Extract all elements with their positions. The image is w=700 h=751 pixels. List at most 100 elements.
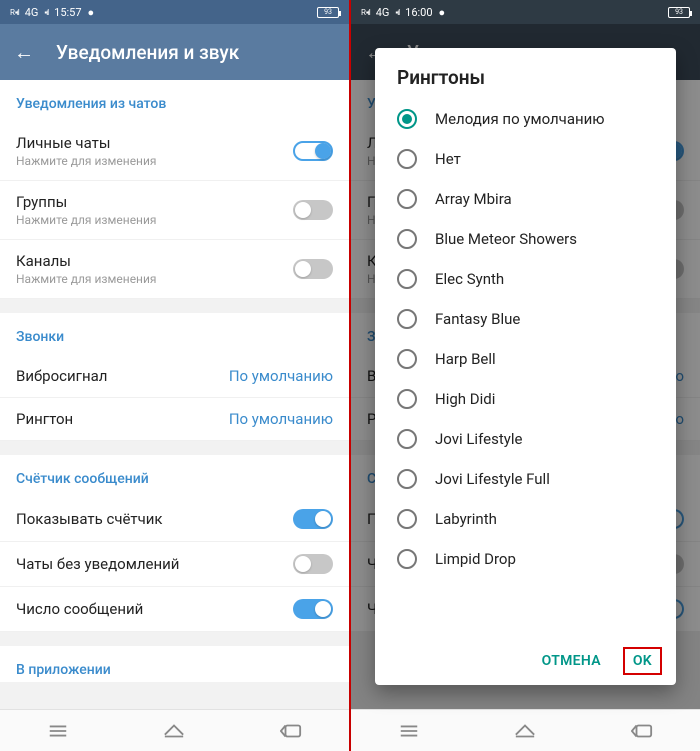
ringtone-option[interactable]: Labyrinth [375, 499, 676, 539]
ringtone-label: High Didi [435, 390, 495, 408]
recents-icon[interactable] [398, 723, 420, 739]
radio-icon[interactable] [397, 269, 417, 289]
radio-icon[interactable] [397, 109, 417, 129]
row-ringtone[interactable]: Рингтон По умолчанию [0, 398, 349, 441]
row-no-notif-chats[interactable]: Чаты без уведомлений [0, 542, 349, 587]
row-title: Личные чаты [16, 134, 157, 152]
ringtone-label: Array Mbira [435, 190, 512, 208]
ringtone-option[interactable]: Мелодия по умолчанию [375, 99, 676, 139]
dialog-title: Рингтоны [375, 66, 676, 99]
signal-icon: ▪ıl [395, 8, 399, 17]
row-title: Каналы [16, 252, 157, 270]
ringtone-label: Нет [435, 150, 461, 168]
signal-icon: ▪ıl [44, 8, 48, 17]
radio-icon[interactable] [397, 189, 417, 209]
ringtone-label: Elec Synth [435, 270, 504, 288]
row-title: Показывать счётчик [16, 510, 163, 528]
section-inapp-title: В приложении [0, 646, 349, 682]
section-chats-title: Уведомления из чатов [0, 80, 349, 122]
back-nav-icon[interactable] [280, 723, 302, 739]
status-bar: R ▪ıl 4G ▪ıl 16:00 ● 93 [351, 0, 700, 24]
ringtone-label: Limpid Drop [435, 550, 516, 568]
toggle-channels[interactable] [293, 259, 333, 279]
row-subtitle: Нажмите для изменения [16, 154, 157, 168]
ringtone-label: Labyrinth [435, 510, 497, 528]
section-counter-title: Счётчик сообщений [0, 455, 349, 497]
ringtone-option[interactable]: High Didi [375, 379, 676, 419]
radio-icon[interactable] [397, 229, 417, 249]
cancel-button[interactable]: ОТМЕНА [532, 647, 611, 675]
ringtone-option[interactable]: Нет [375, 139, 676, 179]
row-title: Чаты без уведомлений [16, 555, 179, 573]
row-channels[interactable]: Каналы Нажмите для изменения [0, 240, 349, 299]
row-value: По умолчанию [229, 410, 333, 428]
ringtone-label: Мелодия по умолчанию [435, 110, 605, 128]
ringtone-option[interactable]: Harp Bell [375, 339, 676, 379]
row-subtitle: Нажмите для изменения [16, 213, 157, 227]
ringtone-option[interactable]: Limpid Drop [375, 539, 676, 579]
row-title: Группы [16, 193, 157, 211]
settings-list: Уведомления из чатов Личные чаты Нажмите… [0, 80, 349, 709]
ringtone-label: Fantasy Blue [435, 310, 520, 328]
row-title: Рингтон [16, 410, 73, 428]
notification-dot-icon: ● [439, 6, 446, 19]
row-subtitle: Нажмите для изменения [16, 272, 157, 286]
home-icon[interactable] [163, 723, 185, 739]
ringtone-label: Jovi Lifestyle [435, 430, 522, 448]
network-label: 4G [376, 6, 390, 19]
notification-dot-icon: ● [88, 6, 95, 19]
row-title: Вибросигнал [16, 367, 107, 385]
radio-icon[interactable] [397, 469, 417, 489]
toggle-show-counter[interactable] [293, 509, 333, 529]
ringtone-option[interactable]: Elec Synth [375, 259, 676, 299]
toggle-groups[interactable] [293, 200, 333, 220]
radio-icon[interactable] [397, 349, 417, 369]
ringtone-list[interactable]: Мелодия по умолчанию Нет Array Mbira Blue M… [375, 99, 676, 639]
phone-left: R ▪ıl 4G ▪ıl 15:57 ● 93 ← Уведомления и … [0, 0, 349, 751]
home-icon[interactable] [514, 723, 536, 739]
ringtone-dialog: Рингтоны Мелодия по умолчанию Нет Array Mb… [375, 48, 676, 685]
battery-icon: 93 [668, 7, 690, 18]
status-bar: R ▪ıl 4G ▪ıl 15:57 ● 93 [0, 0, 349, 24]
radio-icon[interactable] [397, 429, 417, 449]
clock: 16:00 [405, 6, 432, 19]
toggle-no-notif[interactable] [293, 554, 333, 574]
ringtone-option[interactable]: Array Mbira [375, 179, 676, 219]
radio-icon[interactable] [397, 509, 417, 529]
row-msg-count[interactable]: Число сообщений [0, 587, 349, 632]
radio-icon[interactable] [397, 309, 417, 329]
system-navbar [0, 709, 349, 751]
toggle-private[interactable] [293, 141, 333, 161]
row-value: По умолчанию [229, 367, 333, 385]
ringtone-label: Blue Meteor Showers [435, 230, 577, 248]
back-nav-icon[interactable] [631, 723, 653, 739]
toggle-msg-count[interactable] [293, 599, 333, 619]
network-label: 4G [25, 6, 39, 19]
row-title: Число сообщений [16, 600, 143, 618]
radio-icon[interactable] [397, 389, 417, 409]
radio-icon[interactable] [397, 149, 417, 169]
ringtone-option[interactable]: Fantasy Blue [375, 299, 676, 339]
back-icon[interactable]: ← [14, 40, 34, 65]
phone-right: R ▪ıl 4G ▪ıl 16:00 ● 93 ← Уведомления и … [351, 0, 700, 751]
signal-icon: R ▪ıl [361, 8, 370, 17]
row-vibro[interactable]: Вибросигнал По умолчанию [0, 355, 349, 398]
recents-icon[interactable] [47, 723, 69, 739]
radio-icon[interactable] [397, 549, 417, 569]
system-navbar [351, 709, 700, 751]
ringtone-label: Jovi Lifestyle Full [435, 470, 550, 488]
section-calls-title: Звонки [0, 313, 349, 355]
page-title: Уведомления и звук [56, 41, 239, 64]
ringtone-option[interactable]: Jovi Lifestyle Full [375, 459, 676, 499]
row-private-chats[interactable]: Личные чаты Нажмите для изменения [0, 122, 349, 181]
app-header: ← Уведомления и звук [0, 24, 349, 80]
row-show-counter[interactable]: Показывать счётчик [0, 497, 349, 542]
signal-icon: R ▪ıl [10, 8, 19, 17]
battery-icon: 93 [317, 7, 339, 18]
ringtone-label: Harp Bell [435, 350, 496, 368]
row-groups[interactable]: Группы Нажмите для изменения [0, 181, 349, 240]
ringtone-option[interactable]: Blue Meteor Showers [375, 219, 676, 259]
clock: 15:57 [54, 6, 81, 19]
ringtone-option[interactable]: Jovi Lifestyle [375, 419, 676, 459]
ok-button[interactable]: OK [623, 647, 662, 675]
